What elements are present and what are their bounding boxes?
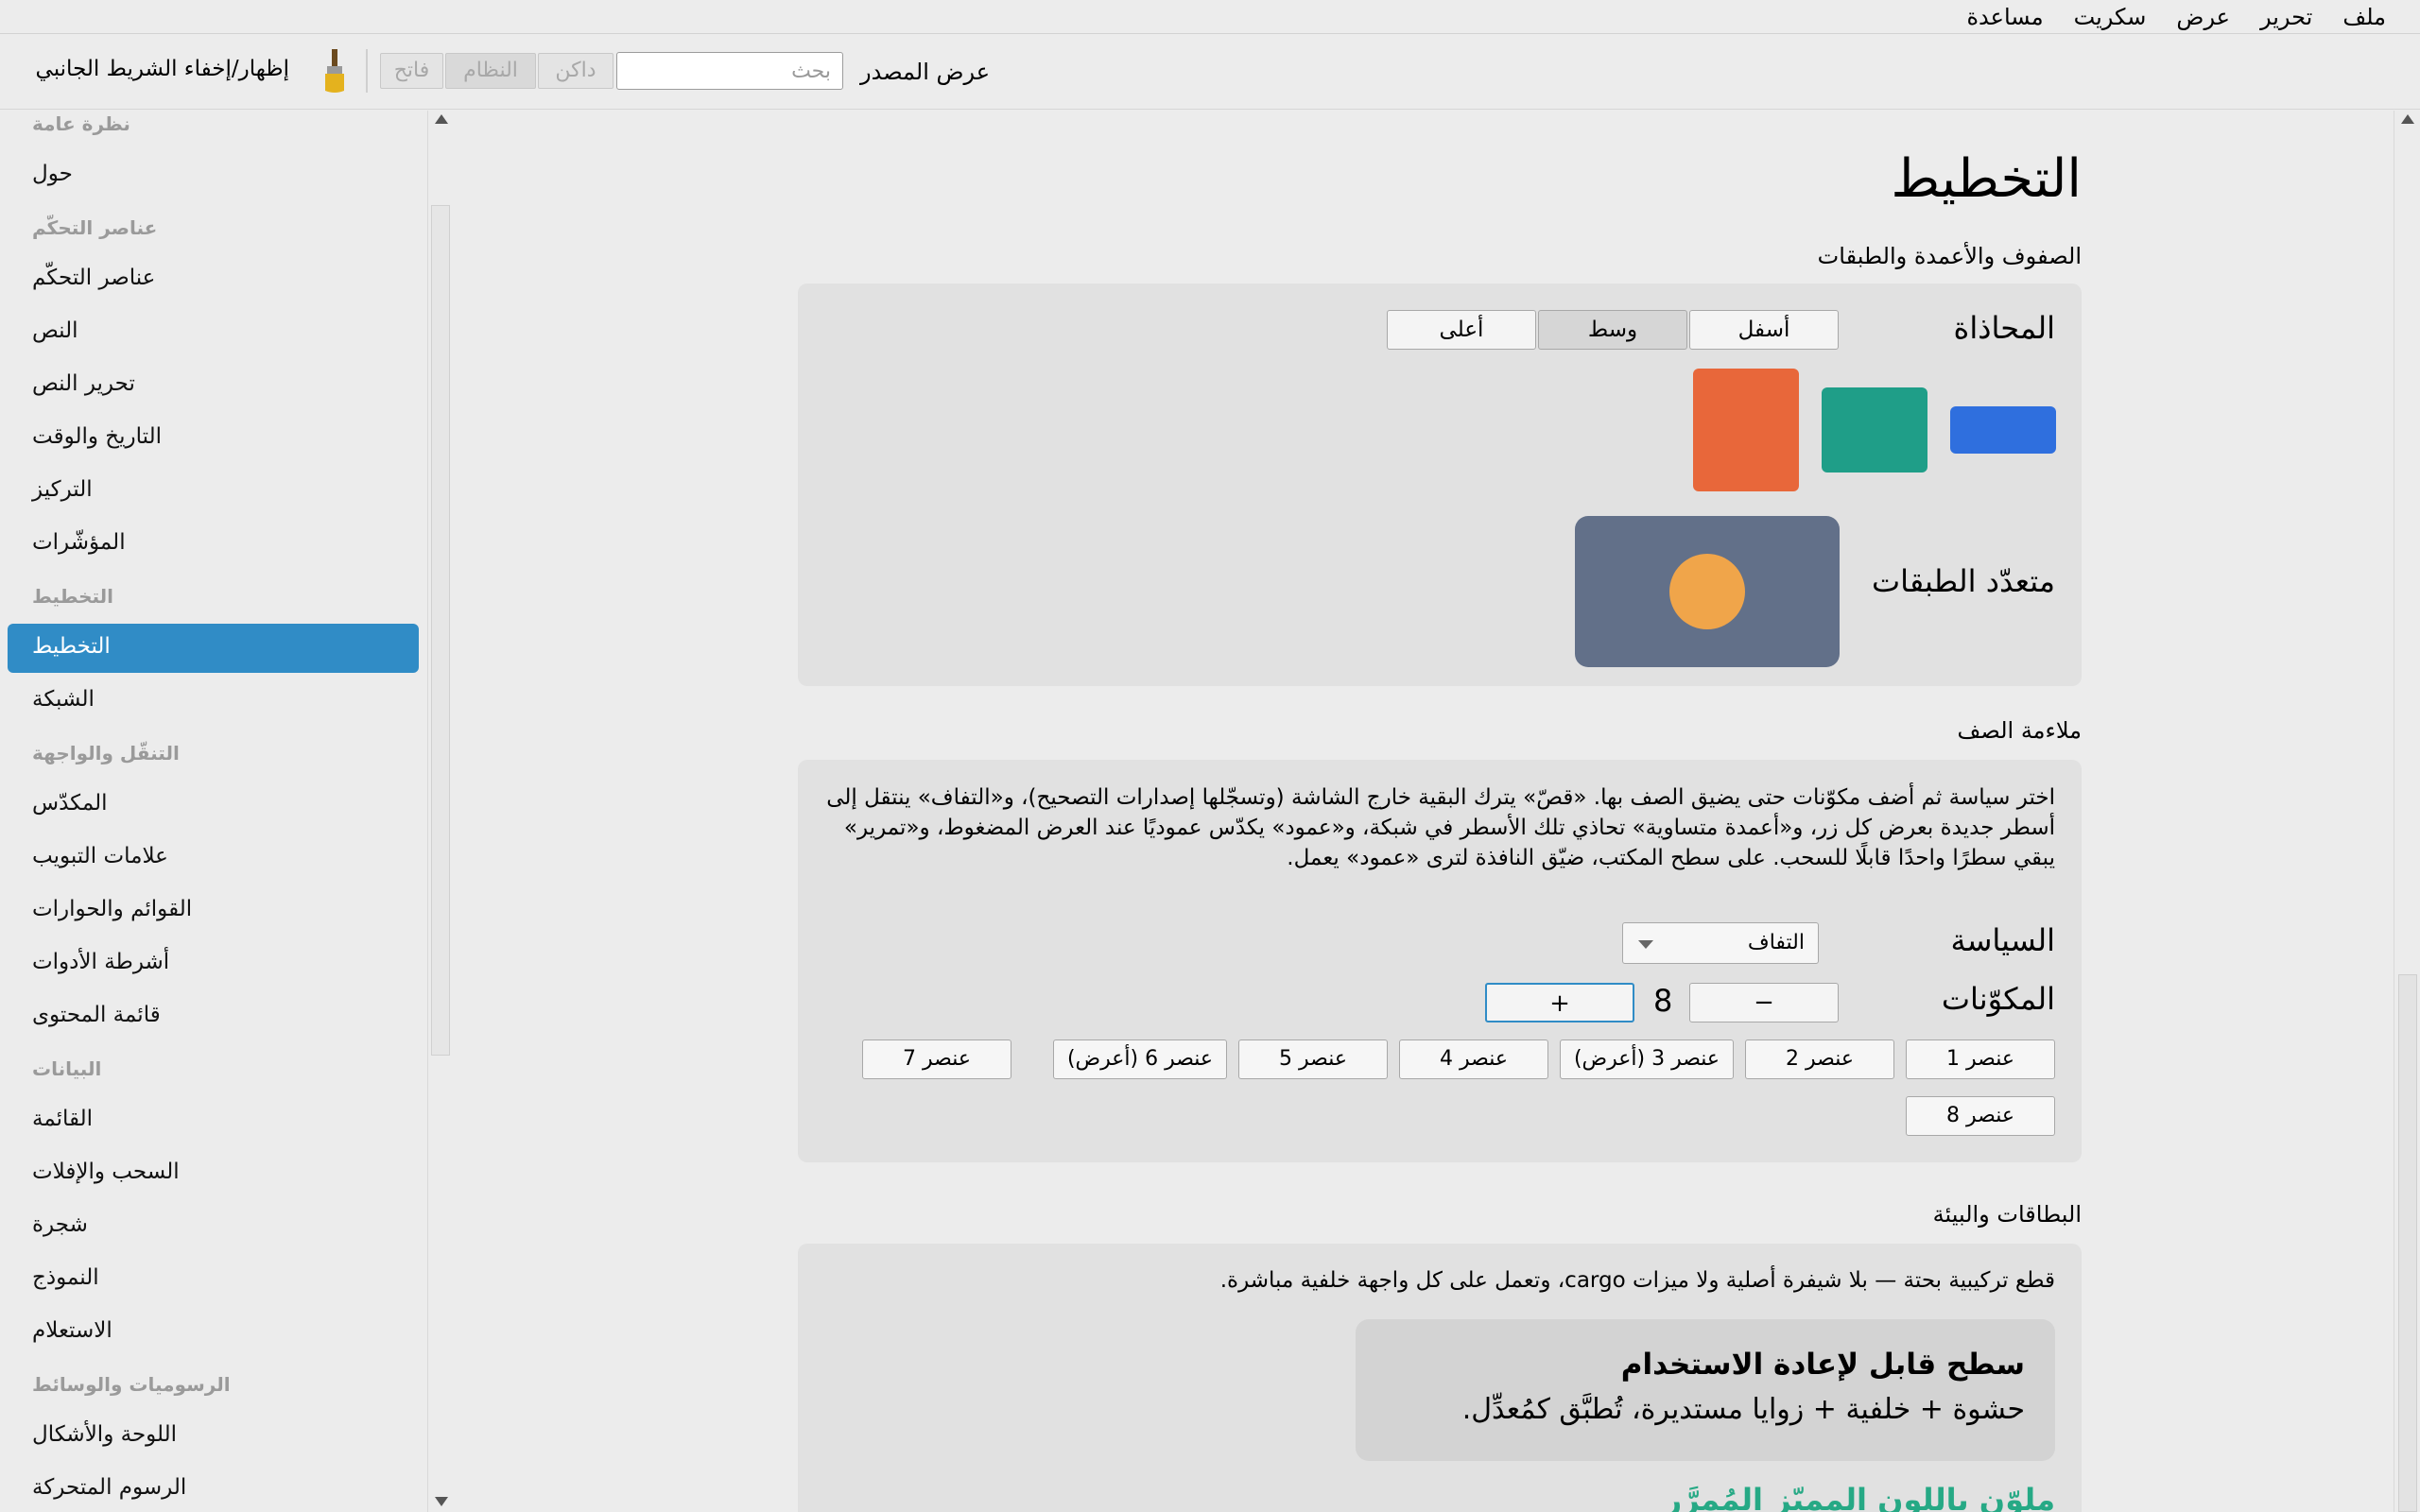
sidebar-item-about[interactable]: حول (32, 162, 73, 186)
sidebar-item-indicators[interactable]: المؤشّرات (32, 530, 126, 555)
rows-columns-panel: المحاذاة أسفل وسط أعلى متعدّد الطبقات (798, 284, 2082, 686)
components-label: المكوّنات (1941, 981, 2055, 1017)
surface-subtitle: حشوة + خلفية + زوايا مستديرة، تُطبَّق كم… (1461, 1393, 2025, 1426)
menu-help[interactable]: مساعدة (1951, 0, 2058, 34)
policy-label: السياسة (1950, 922, 2055, 958)
content-scrollbar[interactable] (2394, 111, 2420, 1512)
layers-label: متعدّد الطبقات (1871, 563, 2055, 599)
row-fit-description: اختر سياسة ثم أضف مكوّنات حتى يضيق الصف … (826, 785, 2055, 870)
sidebar-item-animations[interactable]: الرسوم المتحركة (32, 1475, 186, 1500)
row-item-3[interactable]: عنصر 3 (أعرض) (1560, 1040, 1734, 1079)
row-item-1[interactable]: عنصر 1 (1906, 1040, 2055, 1079)
sidebar-item-query[interactable]: الاستعلام (32, 1318, 112, 1343)
alignment-label: المحاذاة (1953, 310, 2055, 346)
row-item-5[interactable]: عنصر 5 (1238, 1040, 1388, 1079)
sidebar-item-tree[interactable]: شجرة (32, 1212, 88, 1237)
row-item-6[interactable]: عنصر 6 (أعرض) (1053, 1040, 1227, 1079)
align-top-button[interactable]: أعلى (1387, 310, 1536, 350)
components-count: 8 (1653, 983, 1673, 1019)
sidebar-item-form[interactable]: النموذج (32, 1265, 99, 1290)
sidebar-item-toolbars[interactable]: أشرطة الأدوات (32, 950, 169, 974)
section-title-row-fit: ملاءمة الصف (1957, 717, 2082, 744)
sidebar-item-canvas-shapes[interactable]: اللوحة والأشكال (32, 1422, 177, 1447)
scroll-down-arrow-icon[interactable] (435, 1497, 448, 1506)
sidebar-item-list[interactable]: القائمة (32, 1107, 93, 1131)
decrease-components-button[interactable]: − (1689, 983, 1839, 1022)
sidebar-item-focus[interactable]: التركيز (32, 477, 93, 502)
chevron-down-icon (1638, 940, 1653, 949)
sidebar-item-layout[interactable]: التخطيط (32, 634, 111, 659)
sidebar-item-text[interactable]: النص (32, 318, 78, 343)
theme-light-button[interactable]: فاتح (380, 53, 443, 89)
sidebar-section-overview: نظرة عامة (32, 112, 130, 135)
sidebar-item-tabs[interactable]: علامات التبويب (32, 844, 168, 868)
section-title-cards: البطاقات والبيئة (1932, 1201, 2082, 1228)
menu-edit[interactable]: تحرير (2245, 0, 2327, 34)
row-item-2[interactable]: عنصر 2 (1745, 1040, 1894, 1079)
content-scroll-up-arrow-icon[interactable] (2401, 114, 2414, 124)
row-fit-panel: اختر سياسة ثم أضف مكوّنات حتى يضيق الصف … (798, 760, 2082, 1162)
page-title: التخطيط (1891, 148, 2082, 210)
teal-rectangle (1822, 387, 1927, 472)
align-bottom-button[interactable]: أسفل (1689, 310, 1839, 350)
surface-title: سطح قابل لإعادة الاستخدام (1620, 1348, 2025, 1382)
cards-panel: قطع تركيبية بحتة — بلا شيفرة أصلية ولا م… (798, 1244, 2082, 1512)
sidebar-item-text-editing[interactable]: تحرير النص (32, 371, 135, 396)
sidebar-item-grid[interactable]: الشبكة (32, 687, 95, 712)
sidebar-item-menus-dialogs[interactable]: القوائم والحوارات (32, 897, 192, 921)
sidebar-item-drag-drop[interactable]: السحب والإفلات (32, 1160, 180, 1184)
row-item-8[interactable]: عنصر 8 (1906, 1096, 2055, 1136)
menu-file[interactable]: ملف (2327, 0, 2401, 34)
sidebar-scrollbar[interactable] (427, 111, 454, 1512)
paint-brush-icon[interactable] (320, 47, 350, 94)
layer-foreground-circle (1669, 554, 1745, 629)
theme-dark-button[interactable]: داكن (538, 53, 614, 89)
menu-view[interactable]: عرض (2161, 0, 2245, 34)
view-source-button[interactable]: عرض المصدر (860, 59, 990, 85)
align-middle-button[interactable]: وسط (1538, 310, 1687, 350)
sidebar-section-graphics: الرسوميات والوسائط (32, 1373, 231, 1396)
policy-selected-value: التفاف (1747, 931, 1805, 954)
blue-rectangle (1950, 406, 2056, 454)
sidebar-item-date-time[interactable]: التاريخ والوقت (32, 424, 162, 449)
toolbar: عرض المصدر داكن النظام فاتح إظهار/إخفاء … (0, 34, 2420, 110)
content-scroll-thumb[interactable] (2398, 974, 2417, 1512)
sidebar-section-data: البيانات (32, 1057, 102, 1080)
row-item-7[interactable]: عنصر 7 (862, 1040, 1011, 1079)
sidebar-item-context-menu[interactable]: قائمة المحتوى (32, 1003, 161, 1027)
row-item-4[interactable]: عنصر 4 (1399, 1040, 1548, 1079)
policy-select[interactable]: التفاف (1622, 922, 1819, 964)
menubar: ملف تحرير عرض سكريت مساعدة (0, 0, 2420, 34)
increase-components-button[interactable]: + (1485, 983, 1634, 1022)
accent-colored-text: ملوّن باللون المميّز المُمرَّر (1664, 1482, 2055, 1512)
sidebar: نظرة عامة حول عناصر التحكّم عناصر التحكّ… (0, 111, 427, 1512)
sidebar-scroll-thumb[interactable] (431, 205, 450, 1056)
toggle-sidebar-button[interactable]: إظهار/إخفاء الشريط الجانبي (36, 57, 289, 81)
search-input[interactable] (616, 52, 843, 90)
sidebar-item-controls[interactable]: عناصر التحكّم (32, 266, 155, 290)
cards-description: قطع تركيبية بحتة — بلا شيفرة أصلية ولا م… (1219, 1268, 2055, 1293)
scroll-up-arrow-icon[interactable] (435, 114, 448, 124)
theme-system-button[interactable]: النظام (445, 53, 536, 89)
section-title-rows-columns: الصفوف والأعمدة والطبقات (1817, 243, 2082, 269)
sidebar-section-layout: التخطيط (32, 585, 114, 608)
sidebar-section-controls: عناصر التحكّم (32, 216, 158, 239)
reusable-surface-card: سطح قابل لإعادة الاستخدام حشوة + خلفية +… (1356, 1319, 2055, 1461)
sidebar-section-navigation: التنقّل والواجهة (32, 742, 180, 765)
sidebar-item-stack[interactable]: المكدّس (32, 791, 108, 816)
content-area: التخطيط الصفوف والأعمدة والطبقات المحاذا… (452, 111, 2394, 1512)
toolbar-separator (366, 49, 368, 93)
orange-rectangle (1693, 369, 1799, 491)
menu-script[interactable]: سكريت (2059, 0, 2162, 34)
